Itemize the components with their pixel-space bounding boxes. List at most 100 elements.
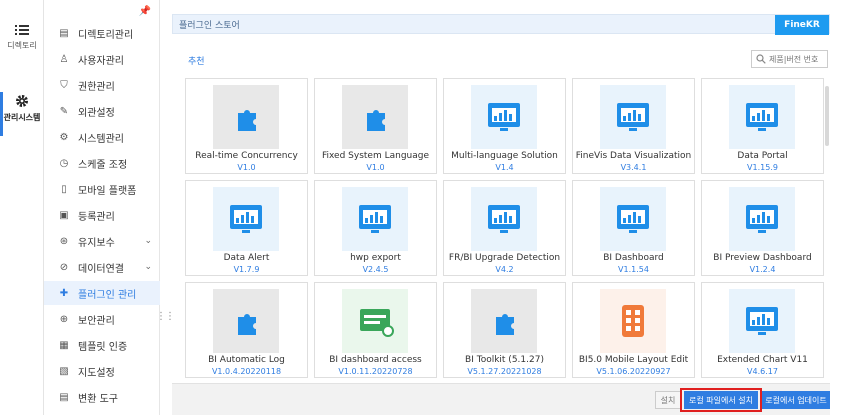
register-icon: ▣ bbox=[59, 209, 69, 221]
plugin-version: V1.0.11.20220728 bbox=[338, 367, 413, 376]
plugin-version: V1.2.4 bbox=[749, 265, 776, 274]
plugin-card[interactable]: Real-time Concurrency V1.0 bbox=[185, 78, 308, 174]
sidebar-item-label: 플러그인 관리 bbox=[78, 289, 137, 301]
plugin-card[interactable]: Extended Chart V11 V4.6.17 bbox=[701, 282, 824, 378]
mobile-icon: ▯ bbox=[61, 183, 67, 195]
plugin-name: Real-time Concurrency bbox=[195, 151, 298, 161]
sidebar-item-label: 시스템관리 bbox=[78, 133, 124, 145]
install-button[interactable]: 설치 bbox=[655, 391, 681, 409]
sidebar-item-appearance[interactable]: ✎ 외관설정 bbox=[44, 99, 160, 123]
pin-icon[interactable]: 📌 bbox=[139, 6, 151, 17]
plugin-version: V1.0.4.20220118 bbox=[211, 367, 282, 376]
plugin-card[interactable]: BI Automatic Log V1.0.4.20220118 bbox=[185, 282, 308, 378]
plugin-version: V4.2 bbox=[495, 265, 514, 274]
rail-system-label: 관리시스템 bbox=[3, 113, 41, 122]
maintenance-icon: ⊛ bbox=[59, 235, 69, 247]
plugin-thumbnail-icon bbox=[342, 85, 408, 149]
plugin-version: V4.6.17 bbox=[747, 367, 778, 376]
sidebar-item-user[interactable]: ♙ 사용자관리 bbox=[44, 47, 160, 71]
plugin-card[interactable]: FineVis Data Visualization V3.4.1 bbox=[572, 78, 695, 174]
rail-directory-label: 디렉토리 bbox=[7, 41, 37, 50]
plugin-version: V1.0 bbox=[366, 163, 385, 172]
sidebar-item-gear[interactable]: ⚙ 시스템관리 bbox=[44, 125, 160, 149]
template-icon: ▦ bbox=[59, 339, 69, 351]
sidebar-item-label: 유지보수 bbox=[78, 237, 115, 249]
plugin-name: Data Alert bbox=[223, 253, 270, 263]
search-box bbox=[751, 50, 828, 68]
plugin-card[interactable]: Multi-language Solution V1.4 bbox=[443, 78, 566, 174]
plugin-card[interactable]: BI Toolkit (5.1.27) V5.1.27.20221028 bbox=[443, 282, 566, 378]
plugin-name: Extended Chart V11 bbox=[717, 355, 808, 365]
update-from-local-button[interactable]: 로컬에서 업데이트 bbox=[762, 391, 830, 409]
plugin-version: V5.1.27.20221028 bbox=[467, 367, 542, 376]
sidebar-item-label: 등록관리 bbox=[78, 211, 115, 223]
plugin-version: V3.4.1 bbox=[620, 163, 647, 172]
sidebar-item-label: 보안관리 bbox=[78, 315, 115, 327]
bottom-action-bar: 설치 로컬 파일에서 설치 로컬에서 업데이트 bbox=[172, 383, 830, 415]
left-rail: 디렉토리 관리시스템 bbox=[0, 0, 44, 415]
plugin-thumbnail-icon bbox=[342, 187, 408, 251]
plugin-card[interactable]: Data Portal V1.15.9 bbox=[701, 78, 824, 174]
plugin-thumbnail-icon bbox=[600, 289, 666, 353]
plugin-name: BI Toolkit (5.1.27) bbox=[465, 355, 544, 365]
plugin-name: Multi-language Solution bbox=[451, 151, 558, 161]
plugin-version: V1.1.54 bbox=[618, 265, 649, 274]
rail-item-directory[interactable]: 디렉토리 bbox=[0, 24, 44, 51]
app-window: 디렉토리 관리시스템 📌 ▤ 디렉토리관리 ♙ 사용자관리 ⛉ 권한관리 ✎ 외관설정 ⚙ 시스템… bbox=[0, 0, 841, 415]
gear-icon: ⚙ bbox=[59, 131, 69, 143]
finekr-button[interactable]: FineKR bbox=[775, 15, 829, 35]
sidebar-item-map[interactable]: ▧ 지도설정 bbox=[44, 359, 160, 383]
plugin-thumbnail-icon bbox=[729, 85, 795, 149]
plugin-thumbnail-icon bbox=[600, 85, 666, 149]
scrollbar[interactable] bbox=[825, 86, 829, 146]
plugin-name: BI Automatic Log bbox=[208, 355, 285, 365]
sidebar-item-template[interactable]: ▦ 템플릿 인증 bbox=[44, 333, 160, 357]
plugin-store-panel: 플러그인 스토어 FineKR 추천 Real-time Concurrency… bbox=[172, 14, 830, 415]
sidebar-item-shield[interactable]: ⛉ 권한관리 bbox=[44, 73, 160, 97]
chevron-down-icon[interactable]: ⌄ bbox=[144, 262, 152, 272]
sidebar-item-convert[interactable]: ▤ 변환 도구 bbox=[44, 385, 160, 409]
sidebar-item-security[interactable]: ⊕ 보안관리 bbox=[44, 307, 160, 331]
recommended-label: 추천 bbox=[188, 57, 205, 67]
clock-icon: ◷ bbox=[59, 157, 69, 169]
plugin-thumbnail-icon bbox=[471, 289, 537, 353]
install-from-local-button[interactable]: 로컬 파일에서 설치 bbox=[684, 391, 758, 409]
plugin-thumbnail-icon bbox=[342, 289, 408, 353]
plugin-thumbnail-icon bbox=[729, 187, 795, 251]
sidebar-item-maintenance[interactable]: ⊛ 유지보수 ⌄ bbox=[44, 229, 160, 253]
plugin-name: BI5.0 Mobile Layout Edit bbox=[578, 355, 689, 365]
map-icon: ▧ bbox=[59, 365, 69, 377]
plugin-card[interactable]: Fixed System Language V1.0 bbox=[314, 78, 437, 174]
sidebar-item-label: 외관설정 bbox=[78, 107, 115, 119]
sidebar-item-label: 사용자관리 bbox=[78, 55, 124, 67]
sidebar-item-data-connection[interactable]: ⊘ 데이터연결 ⌄ bbox=[44, 255, 160, 279]
search-input[interactable] bbox=[769, 54, 825, 64]
plugin-thumbnail-icon bbox=[213, 187, 279, 251]
sidebar-item-plugin[interactable]: ✚ 플러그인 관리 bbox=[44, 281, 160, 305]
plugin-thumbnail-icon bbox=[471, 187, 537, 251]
plugin-card[interactable]: BI5.0 Mobile Layout Edit V5.1.06.20220927 bbox=[572, 282, 695, 378]
user-icon: ♙ bbox=[59, 53, 69, 65]
plugin-thumbnail-icon bbox=[213, 85, 279, 149]
sidebar-item-label: 디렉토리관리 bbox=[78, 29, 134, 41]
plugin-card[interactable]: hwp export V2.4.5 bbox=[314, 180, 437, 276]
chevron-down-icon[interactable]: ⌄ bbox=[144, 236, 152, 246]
rail-item-system[interactable]: 관리시스템 bbox=[0, 92, 44, 136]
plugin-name: BI Preview Dashboard bbox=[713, 253, 812, 263]
sidebar-item-directory[interactable]: ▤ 디렉토리관리 bbox=[44, 21, 160, 45]
plugin-version: V5.1.06.20220927 bbox=[596, 367, 671, 376]
admin-menu: 📌 ▤ 디렉토리관리 ♙ 사용자관리 ⛉ 권한관리 ✎ 외관설정 ⚙ 시스템관리 ◷ 스케줄 조정 ▯ 모… bbox=[44, 0, 160, 415]
shield-icon: ⛉ bbox=[60, 79, 68, 91]
plugin-thumbnail-icon bbox=[471, 85, 537, 149]
plugin-card[interactable]: BI Dashboard V1.1.54 bbox=[572, 180, 695, 276]
plugin-card[interactable]: BI Preview Dashboard V1.2.4 bbox=[701, 180, 824, 276]
list-icon bbox=[15, 25, 29, 35]
sidebar-item-clock[interactable]: ◷ 스케줄 조정 bbox=[44, 151, 160, 175]
convert-icon: ▤ bbox=[59, 391, 69, 403]
plugin-card[interactable]: Data Alert V1.7.9 bbox=[185, 180, 308, 276]
plugin-card[interactable]: BI dashboard access V1.0.11.20220728 bbox=[314, 282, 437, 378]
plugin-card[interactable]: FR/BI Upgrade Detection V4.2 bbox=[443, 180, 566, 276]
sidebar-item-mobile[interactable]: ▯ 모바일 플랫폼 bbox=[44, 177, 160, 201]
plugin-name: hwp export bbox=[350, 253, 401, 263]
sidebar-item-register[interactable]: ▣ 등록관리 bbox=[44, 203, 160, 227]
